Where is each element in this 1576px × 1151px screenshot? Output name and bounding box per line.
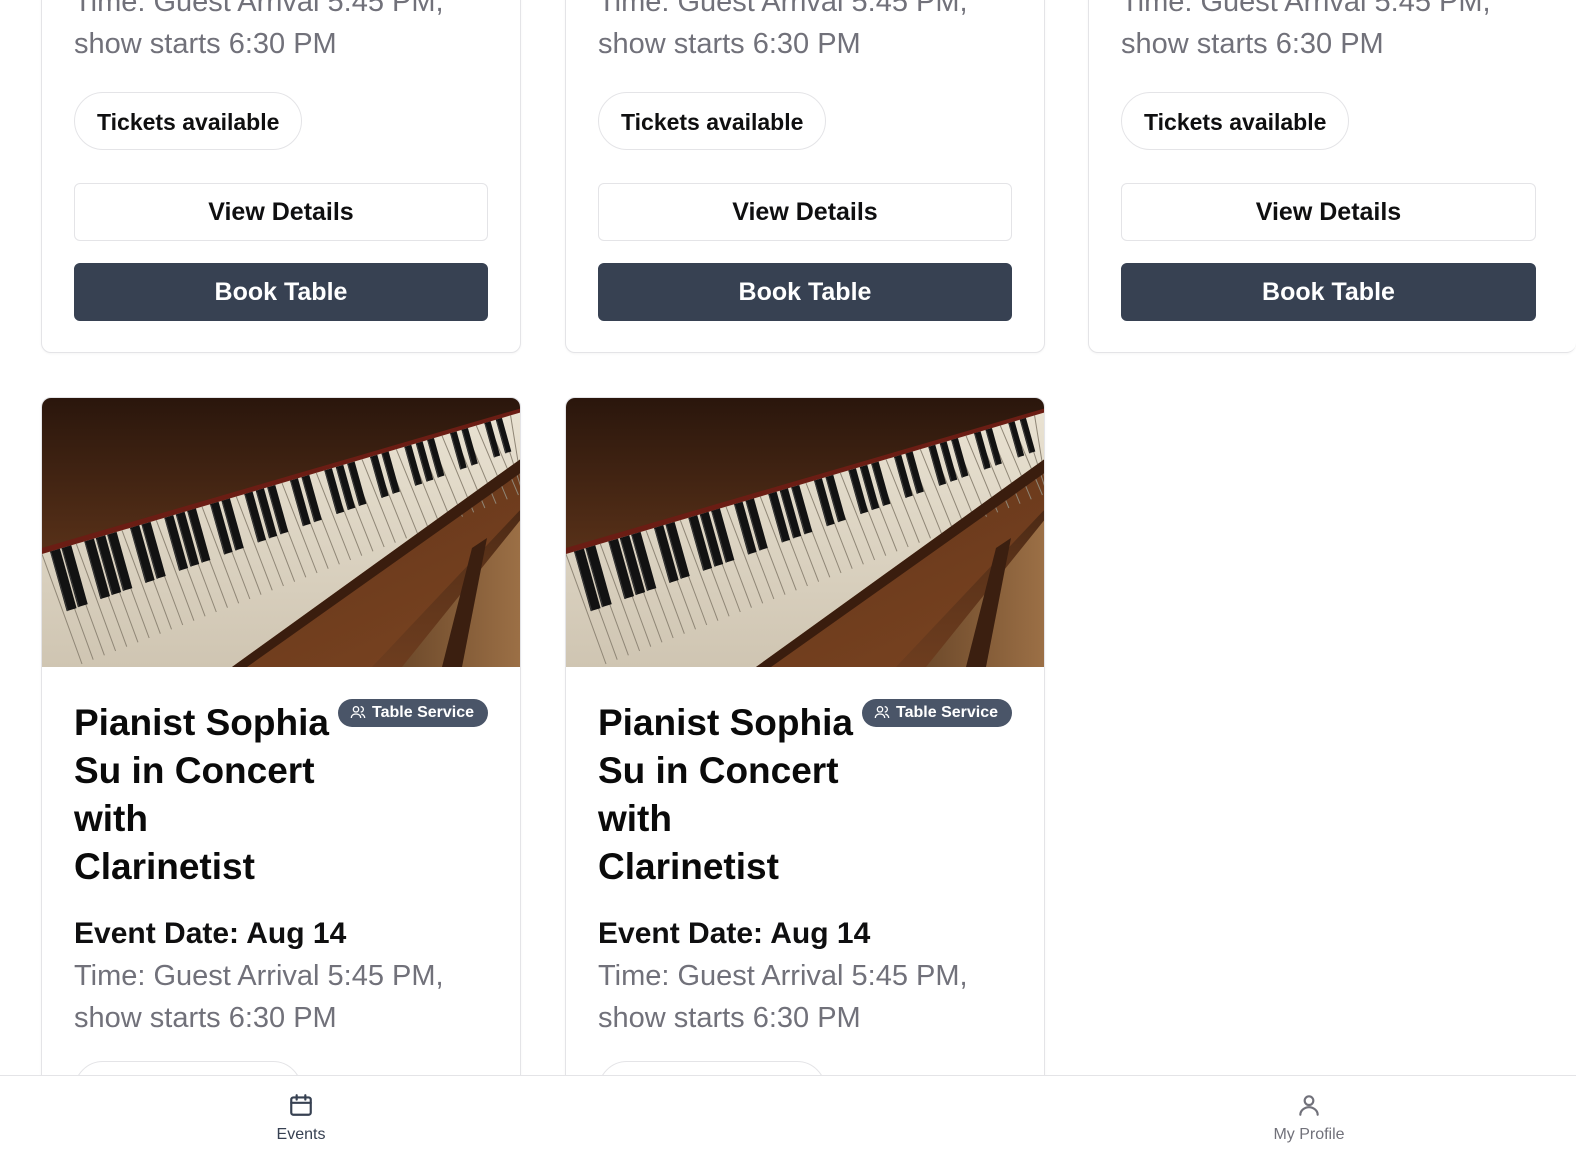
view-details-button[interactable]: View Details: [1121, 183, 1536, 241]
tab-events[interactable]: Events: [231, 1076, 371, 1151]
calendar-icon: [290, 1094, 312, 1116]
tickets-available-badge: Tickets available: [598, 92, 827, 150]
event-time: Time: Guest Arrival 5:45 PM, show starts…: [598, 960, 968, 1034]
bottom-tab-bar: Events My Profile: [0, 1075, 1576, 1151]
table-service-label: Table Service: [896, 704, 998, 721]
view-details-button[interactable]: View Details: [598, 183, 1012, 241]
event-card: Time: Guest Arrival 5:45 PM, show starts…: [1088, 0, 1576, 353]
event-time: Time: Guest Arrival 5:45 PM, show starts…: [598, 0, 968, 60]
tickets-available-badge: Tickets available: [1121, 92, 1350, 150]
tab-events-label: Events: [276, 1126, 326, 1143]
event-title: Pianist Sophia Su in Concert with Clarin…: [74, 702, 329, 887]
event-time: Time: Guest Arrival 5:45 PM, show starts…: [74, 960, 444, 1034]
tab-my-profile[interactable]: My Profile: [1239, 1076, 1379, 1151]
tab-my-profile-label: My Profile: [1273, 1126, 1345, 1143]
event-time: Time: Guest Arrival 5:45 PM, show starts…: [74, 0, 444, 60]
event-time: Time: Guest Arrival 5:45 PM, show starts…: [1121, 0, 1491, 60]
tickets-badge: Tickets available: [74, 92, 303, 150]
book-table-button[interactable]: Book Table: [1121, 263, 1536, 321]
event-card[interactable]: Table Service Pianist Sophia Su in Conce…: [565, 397, 1045, 1117]
table-service-label: Table Service: [372, 704, 474, 721]
event-title: Pianist Sophia Su in Concert with Clarin…: [598, 702, 853, 887]
event-image: [566, 398, 1044, 667]
users-icon: [350, 706, 366, 719]
event-date: Event Date: Aug 14: [598, 917, 871, 950]
event-image: [42, 398, 520, 667]
event-date: Event Date: Aug 14: [74, 917, 347, 950]
users-icon: [874, 706, 890, 719]
book-table-button[interactable]: Book Table: [74, 263, 488, 321]
tickets-badge: Tickets available: [1121, 92, 1350, 150]
table-service-badge: Table Service: [338, 699, 488, 727]
book-table-button[interactable]: Book Table: [598, 263, 1012, 321]
event-card: Time: Guest Arrival 5:45 PM, show starts…: [41, 0, 521, 353]
view-details-button[interactable]: View Details: [74, 183, 488, 241]
piano-keys-photo: [42, 398, 520, 667]
event-card[interactable]: Table Service Pianist Sophia Su in Conce…: [41, 397, 521, 1117]
event-card: Time: Guest Arrival 5:45 PM, show starts…: [565, 0, 1045, 353]
piano-keys-photo: [566, 398, 1044, 667]
user-icon: [1299, 1095, 1319, 1116]
table-service-badge: Table Service: [862, 699, 1012, 727]
tickets-available-badge: Tickets available: [74, 92, 303, 150]
tickets-badge: Tickets available: [598, 92, 827, 150]
